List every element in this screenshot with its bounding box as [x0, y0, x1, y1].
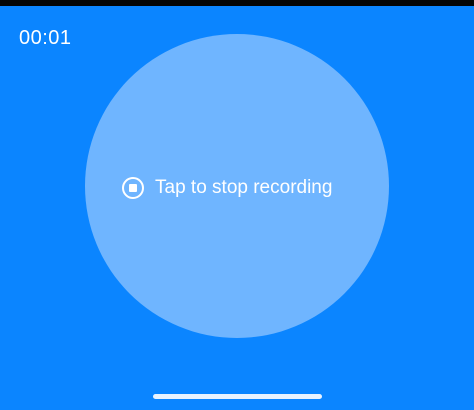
stop-recording-prompt[interactable]: Tap to stop recording [122, 175, 332, 201]
home-indicator[interactable] [153, 394, 322, 399]
stop-square-glyph [129, 184, 137, 192]
status-bar-edge [0, 0, 474, 6]
elapsed-timer: 00:01 [19, 27, 72, 49]
stop-circle-icon [122, 177, 144, 199]
stop-recording-label: Tap to stop recording [155, 177, 333, 198]
recording-screen: 00:01 Tap to stop recording [0, 0, 474, 410]
